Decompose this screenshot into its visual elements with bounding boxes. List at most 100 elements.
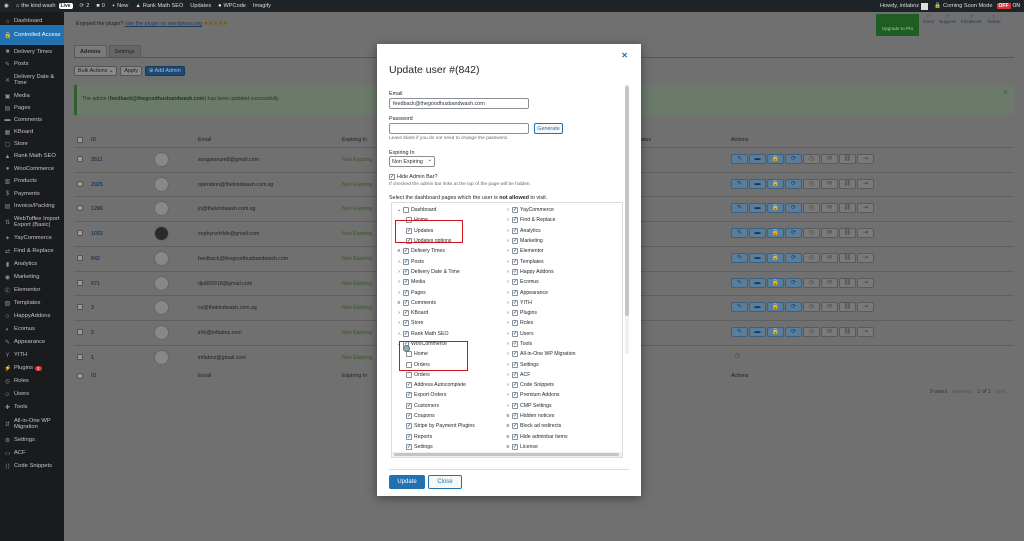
lock-icon[interactable]: 🔒	[767, 326, 784, 337]
dismiss-notice-icon[interactable]: ✕	[1003, 89, 1008, 96]
lock-icon[interactable]: 🔒	[767, 252, 784, 263]
page-tree-item[interactable]: › ✓ All-in-One WP Migration	[505, 349, 576, 359]
edit-icon[interactable]: ✎	[731, 277, 748, 288]
page-tree-item[interactable]: › ✓ Premium Addons	[505, 390, 576, 400]
page-checkbox[interactable]: ✓	[406, 443, 412, 450]
avatar-icon[interactable]	[921, 2, 929, 10]
page-tree-item[interactable]: › ✓ KBoard	[396, 308, 475, 318]
page-checkbox[interactable]: ✓	[403, 258, 409, 265]
trash-icon[interactable]: ▬	[749, 228, 766, 239]
user-id-link[interactable]: 2025	[91, 182, 103, 188]
select-all-checkbox[interactable]	[77, 373, 83, 380]
user-id-link[interactable]: 1	[91, 355, 94, 361]
page-checkbox[interactable]: ✓	[512, 289, 518, 296]
sidebar-item-products[interactable]: ▥ Products	[0, 175, 64, 188]
tree-horizontal-scrollbar[interactable]	[392, 452, 622, 457]
user-id-link[interactable]: 1033	[91, 231, 103, 237]
page-tree-item[interactable]: › ✓ Find & Replace	[505, 215, 576, 225]
wpcode-link[interactable]: ● WPCode	[218, 3, 246, 9]
page-checkbox[interactable]: ✓	[512, 433, 518, 440]
hide-admin-bar-checkbox[interactable]: ✓	[389, 174, 395, 180]
chevron-right-icon[interactable]: ›	[396, 259, 402, 265]
page-tree-item[interactable]: › ✓ Templates	[505, 256, 576, 266]
history-icon[interactable]: ◷	[803, 228, 820, 239]
chevron-right-icon[interactable]: ›	[396, 310, 402, 316]
page-checkbox[interactable]: ✓	[512, 402, 518, 409]
drag-handle-icon[interactable]: ≡	[396, 248, 402, 254]
page-tree-item[interactable]: ≡ ✓ Block ad redirects	[505, 421, 576, 431]
page-checkbox[interactable]: ✓	[406, 423, 412, 430]
page-checkbox[interactable]: ✓	[512, 217, 518, 224]
page-tree-item[interactable]: › ✓ Pages	[396, 287, 475, 297]
sidebar-item-all-in-one-wp-migration[interactable]: ⇵ All-in-One WP Migration	[0, 414, 64, 434]
history-icon[interactable]: ◷	[803, 154, 820, 164]
sidebar-item-elementor[interactable]: Ⓔ Elementor	[0, 284, 64, 297]
upgrade-to-pro-button[interactable]: Upgrade to Pro	[876, 14, 919, 36]
chevron-right-icon[interactable]: ›	[396, 320, 402, 326]
lock-icon[interactable]: 🔒	[767, 228, 784, 239]
row-checkbox[interactable]	[77, 230, 83, 237]
page-checkbox[interactable]: ✓	[512, 227, 518, 234]
history-icon[interactable]: ◷	[803, 203, 820, 214]
trash-icon[interactable]: ▬	[749, 154, 766, 164]
refresh-icon[interactable]: ⟳	[785, 252, 802, 263]
column-header-expiring[interactable]: Expiring In	[342, 137, 367, 143]
history-icon[interactable]: ◷	[803, 178, 820, 189]
chevron-right-icon[interactable]: ›	[505, 269, 511, 275]
mail-icon[interactable]: ✉	[821, 302, 838, 313]
logout-icon[interactable]: ⇥	[857, 178, 874, 189]
logout-icon[interactable]: ⇥	[857, 277, 874, 288]
page-tree-item[interactable]: › ✓ Plugins	[505, 308, 576, 318]
chevron-right-icon[interactable]: ›	[505, 248, 511, 254]
page-tree-item[interactable]: › ✓ Settings	[505, 359, 576, 369]
generate-button[interactable]: Generate	[534, 123, 563, 134]
page-tree-item[interactable]: ⌄ Dashboard	[396, 205, 475, 215]
facebook-link[interactable]: f Facebook	[961, 15, 982, 25]
coming-soon-off-toggle[interactable]: OFF	[996, 3, 1011, 9]
page-checkbox[interactable]: ✓	[512, 238, 518, 245]
previous-page-link[interactable]: previous	[952, 389, 972, 395]
page-tree-item[interactable]: › ✓ Posts	[396, 256, 475, 266]
edit-icon[interactable]: ✎	[731, 203, 748, 214]
page-checkbox[interactable]: ✓	[512, 310, 518, 317]
row-checkbox[interactable]	[77, 180, 83, 187]
sidebar-item-controlled-access[interactable]: 🔒 Controlled Access	[0, 25, 64, 45]
coming-soon-link[interactable]: 🔒 Coming Soon Mode OFF ON	[934, 3, 1024, 9]
chevron-right-icon[interactable]: ›	[505, 259, 511, 265]
page-tree-item[interactable]: › ✓ Users	[505, 329, 576, 339]
trash-icon[interactable]: ▬	[749, 302, 766, 313]
docs-link[interactable]: □ Docs	[923, 15, 934, 25]
page-tree-item[interactable]: › ✓ Store	[396, 318, 475, 328]
logout-icon[interactable]: ⇥	[857, 228, 874, 239]
sidebar-item-comments[interactable]: ▬ Comments	[0, 114, 64, 126]
page-checkbox[interactable]: ✓	[403, 289, 409, 296]
page-checkbox[interactable]: ✓	[403, 268, 409, 275]
edit-icon[interactable]: ✎	[731, 326, 748, 337]
chevron-right-icon[interactable]: ›	[396, 269, 402, 275]
column-header-expiring[interactable]: Expiring In	[342, 373, 367, 379]
row-checkbox[interactable]	[77, 304, 83, 311]
link-icon[interactable]: ⛓	[839, 302, 856, 313]
page-tree-item[interactable]: › ✓ Media	[396, 277, 475, 287]
trash-icon[interactable]: ▬	[749, 326, 766, 337]
site-name-link[interactable]: ⌂ the kind wash Live	[16, 3, 73, 9]
page-tree-item[interactable]: ✓ Export Orders	[396, 390, 475, 400]
page-tree-item[interactable]: Orders	[396, 370, 475, 380]
page-checkbox[interactable]: ✓	[512, 443, 518, 450]
link-icon[interactable]: ⛓	[839, 326, 856, 337]
lock-icon[interactable]: 🔒	[767, 154, 784, 164]
sidebar-item-settings[interactable]: ⚙ Settings	[0, 434, 64, 447]
edit-icon[interactable]: ✎	[731, 228, 748, 239]
refresh-icon[interactable]: ⟳	[785, 178, 802, 189]
sidebar-item-ecomus[interactable]: ◐ Ecomus	[0, 323, 64, 336]
page-tree-item[interactable]: › ✓ Delivery Date & Time	[396, 267, 475, 277]
chevron-right-icon[interactable]: ›	[505, 310, 511, 316]
chevron-right-icon[interactable]: ›	[505, 362, 511, 368]
wordpress-logo-icon[interactable]: ◉	[4, 3, 9, 9]
row-checkbox[interactable]	[77, 205, 83, 212]
page-checkbox[interactable]: ✓	[406, 402, 412, 409]
page-tree-item[interactable]: › ✓ Code Snippets	[505, 380, 576, 390]
refresh-icon[interactable]: ⟳	[785, 203, 802, 214]
column-header-email[interactable]: Email	[198, 373, 211, 379]
bulk-actions-select[interactable]: Bulk Actions ⌄	[74, 66, 118, 76]
